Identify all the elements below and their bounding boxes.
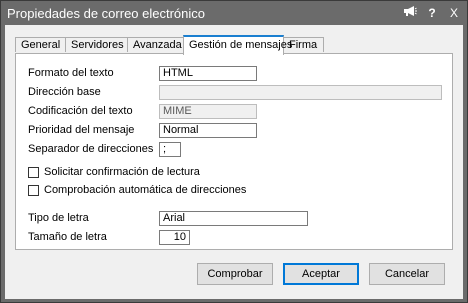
tab-panel-gestion-de-mensajes: Formato del texto HTML Dirección base Co… bbox=[15, 53, 453, 250]
tab-avanzada[interactable]: Avanzada bbox=[127, 37, 184, 52]
tab-servidores[interactable]: Servidores bbox=[65, 37, 128, 52]
cancelar-button[interactable]: Cancelar bbox=[369, 263, 445, 285]
confirmacion-label[interactable]: Solicitar confirmación de lectura bbox=[44, 166, 200, 178]
direccion-base-field bbox=[159, 85, 442, 100]
dialog-client-area: General Servidores Avanzada Gestión de m… bbox=[5, 25, 463, 299]
separador-field[interactable]: ; bbox=[159, 142, 181, 157]
formato-field[interactable]: HTML bbox=[159, 66, 257, 81]
comprobacion-checkbox[interactable] bbox=[28, 185, 39, 196]
title-bar-icons: ? X bbox=[403, 5, 461, 20]
codificacion-field: MIME bbox=[159, 104, 257, 119]
tipo-letra-field[interactable]: Arial bbox=[159, 211, 308, 226]
comprobar-button[interactable]: Comprobar bbox=[197, 263, 273, 285]
megaphone-icon[interactable] bbox=[403, 5, 417, 20]
title-bar[interactable]: Propiedades de correo electrónico ? X bbox=[1, 1, 467, 25]
window-title: Propiedades de correo electrónico bbox=[7, 6, 206, 21]
separador-label: Separador de direcciones bbox=[28, 143, 154, 155]
close-icon[interactable]: X bbox=[447, 6, 461, 20]
prioridad-label: Prioridad del mensaje bbox=[28, 124, 135, 136]
tab-general[interactable]: General bbox=[15, 37, 66, 52]
direccion-base-label: Dirección base bbox=[28, 86, 101, 98]
dialog-window: Propiedades de correo electrónico ? X Ge… bbox=[0, 0, 468, 303]
tipo-letra-label: Tipo de letra bbox=[28, 212, 89, 224]
formato-label: Formato del texto bbox=[28, 67, 114, 79]
confirmacion-checkbox[interactable] bbox=[28, 167, 39, 178]
prioridad-field[interactable]: Normal bbox=[159, 123, 257, 138]
tamano-letra-label: Tamaño de letra bbox=[28, 231, 107, 243]
help-icon[interactable]: ? bbox=[425, 6, 439, 20]
comprobacion-label[interactable]: Comprobación automática de direcciones bbox=[44, 184, 246, 196]
tamano-letra-field[interactable]: 10 bbox=[159, 230, 190, 245]
tab-gestion-de-mensajes[interactable]: Gestión de mensajes bbox=[183, 35, 292, 55]
codificacion-label: Codificación del texto bbox=[28, 105, 133, 117]
aceptar-button[interactable]: Aceptar bbox=[283, 263, 359, 285]
